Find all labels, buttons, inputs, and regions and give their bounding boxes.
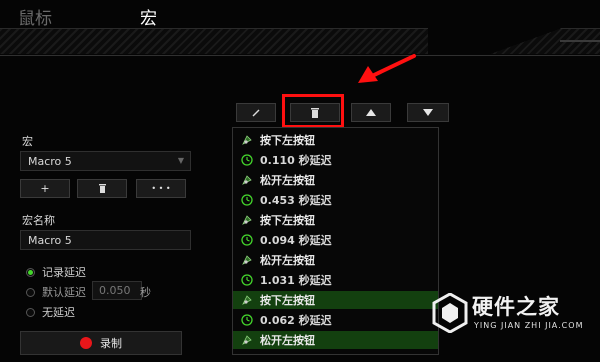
edit-icon [252, 109, 260, 116]
chevron-down-icon: ▼ [177, 156, 184, 165]
list-item-label: 按下左按钮 [260, 134, 315, 147]
mouse-button-icon [242, 255, 252, 265]
list-item-label: 0.110 秒延迟 [260, 154, 332, 167]
option-record-delay[interactable]: 记录延迟 [26, 264, 86, 280]
mouse-button-icon [242, 175, 252, 185]
down-triangle-icon [423, 109, 433, 116]
list-item-label: 按下左按钮 [260, 294, 315, 307]
list-item-mouse[interactable]: 按下左按钮 [233, 291, 438, 309]
macro-name-input[interactable]: Macro 5 [20, 230, 191, 250]
list-item-label: 松开左按钮 [260, 174, 315, 187]
record-button[interactable]: 录制 [20, 331, 182, 355]
edit-button[interactable] [236, 103, 276, 122]
list-item-delay[interactable]: 0.110 秒延迟 [233, 151, 438, 169]
list-item-delay[interactable]: 1.031 秒延迟 [233, 271, 438, 289]
option-record-delay-label: 记录延迟 [42, 266, 86, 279]
annotation-arrow-icon [358, 54, 416, 83]
macro-select-value: Macro 5 [28, 154, 72, 168]
annotation-highlight-box [282, 94, 344, 128]
list-item-mouse[interactable]: 按下左按钮 [233, 211, 438, 229]
trash-icon [98, 184, 106, 193]
clock-icon [241, 234, 253, 246]
record-icon [80, 337, 92, 349]
option-default-delay[interactable]: 默认延迟 [26, 284, 86, 300]
list-item-label: 0.094 秒延迟 [260, 234, 332, 247]
list-item-label: 0.453 秒延迟 [260, 194, 332, 207]
macro-select[interactable]: Macro 5 ▼ [20, 151, 191, 171]
list-item-mouse[interactable]: 松开左按钮 [233, 331, 438, 349]
move-up-button[interactable] [351, 103, 391, 122]
divider-accent [560, 40, 600, 42]
delete-macro-button[interactable] [77, 179, 127, 198]
clock-icon [241, 154, 253, 166]
default-delay-input[interactable]: 0.050 [92, 281, 142, 300]
list-item-label: 1.031 秒延迟 [260, 274, 332, 287]
default-delay-value: 0.050 [99, 284, 131, 297]
radio-no-delay[interactable] [26, 307, 35, 317]
move-down-button[interactable] [407, 103, 449, 122]
macro-name-label: 宏名称 [22, 214, 55, 227]
list-item-label: 松开左按钮 [260, 254, 315, 267]
more-icon: • • • [151, 184, 171, 193]
up-triangle-icon [366, 109, 376, 116]
mouse-button-icon [242, 215, 252, 225]
tab-mouse[interactable]: 鼠标 [18, 4, 52, 29]
divider [0, 55, 600, 56]
radio-record-delay[interactable] [26, 267, 35, 277]
macro-name-value: Macro 5 [28, 233, 72, 247]
macro-label: 宏 [22, 135, 33, 148]
option-default-delay-label: 默认延迟 [42, 286, 86, 299]
watermark-subtitle: YING JIAN ZHI JIA.COM [474, 321, 584, 330]
watermark: 硬件之家 YING JIAN ZHI JIA.COM [428, 291, 598, 337]
mouse-button-icon [242, 335, 252, 345]
mouse-button-icon [242, 135, 252, 145]
more-options-button[interactable]: • • • [136, 179, 186, 198]
list-item-delay[interactable]: 0.062 秒延迟 [233, 311, 438, 329]
clock-icon [241, 314, 253, 326]
record-button-label: 录制 [100, 337, 122, 350]
clock-icon [241, 194, 253, 206]
option-no-delay-label: 无延迟 [42, 306, 75, 319]
radio-default-delay[interactable] [26, 287, 35, 297]
option-no-delay[interactable]: 无延迟 [26, 304, 75, 320]
list-item-label: 按下左按钮 [260, 214, 315, 227]
list-item-delay[interactable]: 0.453 秒延迟 [233, 191, 438, 209]
list-item-label: 0.062 秒延迟 [260, 314, 332, 327]
list-item-mouse[interactable]: 松开左按钮 [233, 251, 438, 269]
list-item-label: 松开左按钮 [260, 334, 315, 347]
watermark-logo-icon [432, 293, 468, 333]
tab-macro[interactable]: 宏 [140, 4, 157, 29]
plus-icon: + [40, 182, 50, 195]
macro-event-list[interactable]: 按下左按钮 0.110 秒延迟 松开左按钮 0.453 秒延迟 按下左按钮 0.094 秒… [232, 127, 439, 355]
add-macro-button[interactable]: + [20, 179, 70, 198]
watermark-name: 硬件之家 [472, 295, 560, 319]
clock-icon [241, 274, 253, 286]
list-item-mouse[interactable]: 松开左按钮 [233, 171, 438, 189]
mouse-button-icon [242, 295, 252, 305]
list-item-delay[interactable]: 0.094 秒延迟 [233, 231, 438, 249]
default-delay-unit: 秒 [140, 286, 151, 299]
list-item-mouse[interactable]: 按下左按钮 [233, 131, 438, 149]
